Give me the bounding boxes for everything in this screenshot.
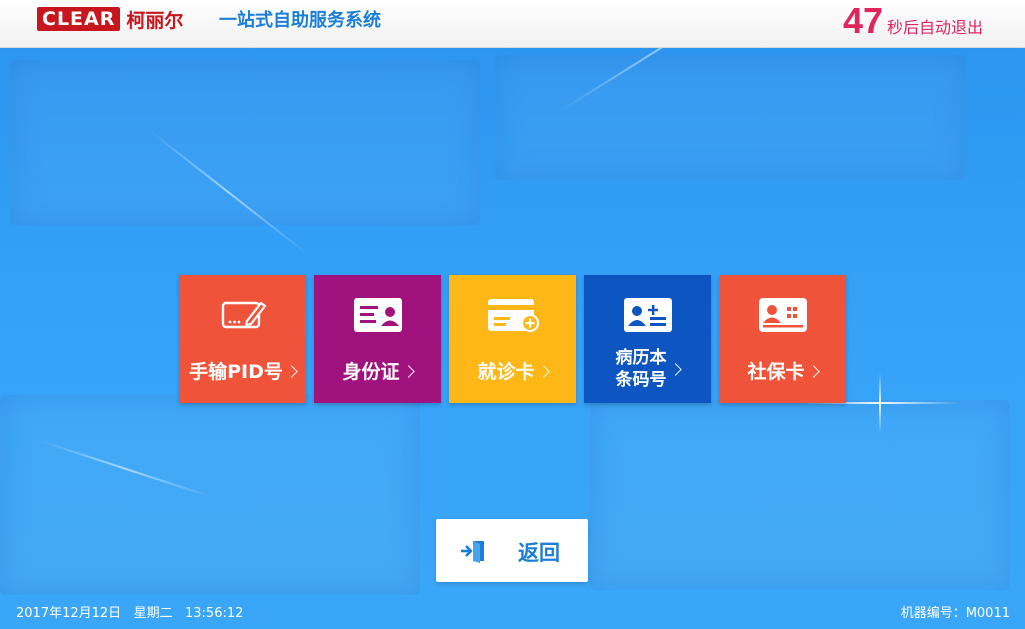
tile-label: 手输PID号: [179, 357, 306, 384]
medical-record-barcode-icon: [584, 295, 711, 335]
exit-door-icon: [460, 539, 488, 567]
auto-exit-countdown: 47 秒后自动退出: [842, 0, 983, 41]
identification-options: 手输PID号 身份证 就诊卡 病历本 条码号 社保卡: [179, 275, 846, 403]
pen-input-icon: [179, 295, 306, 335]
back-button-label: 返回: [518, 541, 560, 565]
background-sparkle: [879, 373, 881, 433]
chevron-right-icon: [806, 364, 820, 378]
footer-date: 2017年12月12日: [16, 606, 122, 621]
brand-logo-en: CLEAR: [37, 7, 121, 31]
system-title: 一站式自助服务系统: [219, 10, 381, 31]
background-panel: [495, 55, 965, 180]
medical-card-tile[interactable]: 就诊卡: [449, 275, 576, 403]
tile-label: 身份证: [314, 357, 441, 384]
background-panel: [10, 60, 480, 225]
social-security-card-icon: [719, 295, 846, 335]
footer-datetime: 2017年12月12日 星期二 13:56:12: [16, 602, 243, 621]
tile-label: 社保卡: [719, 357, 846, 384]
manual-pid-tile[interactable]: 手输PID号: [179, 275, 306, 403]
tile-label: 病历本 条码号: [584, 347, 711, 391]
social-security-card-tile[interactable]: 社保卡: [719, 275, 846, 403]
medical-card-icon: [449, 295, 576, 335]
back-button[interactable]: 返回: [436, 519, 588, 582]
chevron-right-icon: [536, 364, 550, 378]
brand-logo: CLEAR 柯丽尔: [37, 7, 184, 32]
id-card-icon: [314, 295, 441, 335]
countdown-text: 秒后自动退出: [886, 18, 983, 37]
id-card-tile[interactable]: 身份证: [314, 275, 441, 403]
brand-logo-cn: 柯丽尔: [126, 9, 184, 32]
medical-record-barcode-tile[interactable]: 病历本 条码号: [584, 275, 711, 403]
footer-weekday: 星期二: [133, 606, 173, 621]
top-header: CLEAR 柯丽尔 一站式自助服务系统 47 秒后自动退出: [0, 0, 1025, 48]
background-panel: [590, 400, 1010, 590]
chevron-right-icon: [401, 364, 415, 378]
footer-time: 13:56:12: [185, 606, 244, 621]
chevron-right-icon: [668, 363, 682, 376]
chevron-right-icon: [285, 364, 298, 378]
tile-label: 就诊卡: [449, 357, 576, 384]
countdown-number: 47: [842, 0, 883, 41]
machine-id: 机器编号：M0011: [900, 606, 1010, 621]
kiosk-screen: CLEAR 柯丽尔 一站式自助服务系统 47 秒后自动退出 手输PID号 身份证…: [0, 0, 1025, 629]
